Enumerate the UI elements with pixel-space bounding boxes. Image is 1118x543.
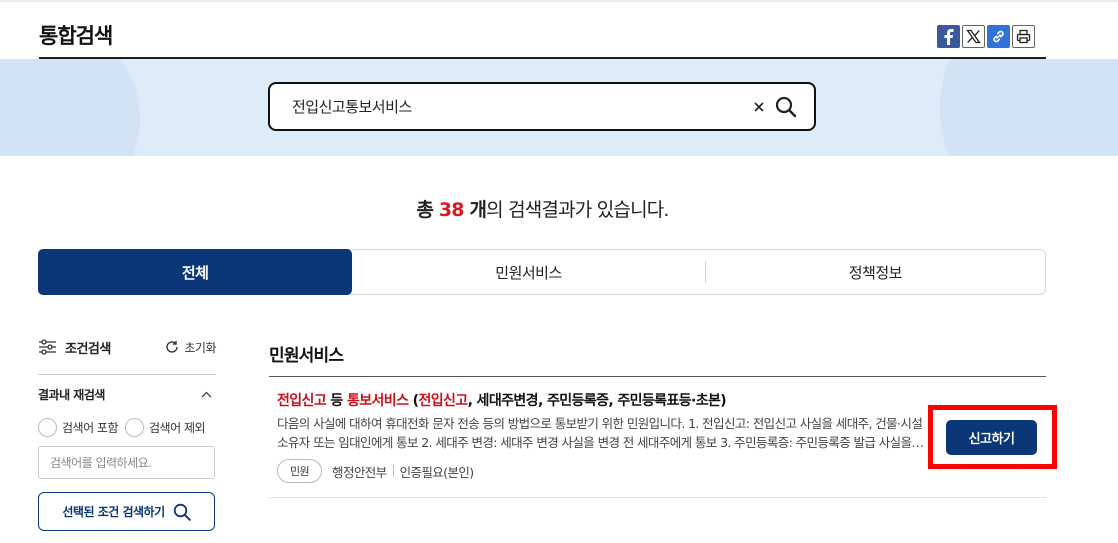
link-icon: [993, 30, 1004, 43]
include-radio[interactable]: [38, 418, 57, 437]
refine-keyword-input[interactable]: [38, 446, 215, 479]
title-text: 등: [326, 393, 347, 409]
x-icon: [966, 29, 981, 44]
category-tabs: 전체 민원서비스 정책정보: [38, 249, 1046, 295]
sidebar-divider: [38, 374, 216, 375]
refine-search-title: 결과내 재검색: [38, 388, 105, 402]
apply-filter-button[interactable]: 선택된 조건 검색하기: [38, 492, 215, 531]
copy-link-button[interactable]: [987, 25, 1010, 48]
summary-suffix: 의 검색결과가 있습니다.: [486, 199, 669, 221]
include-keyword-option[interactable]: 검색어 포함: [38, 418, 119, 437]
exclude-label: 검색어 제외: [149, 421, 206, 435]
tab-all[interactable]: 전체: [38, 249, 353, 295]
condition-search-title: 조건검색: [65, 341, 111, 357]
result-meta: 민원 행정안전부 인증필요(본인): [277, 459, 474, 483]
refine-options: 검색어 포함 검색어 제외: [38, 418, 212, 437]
category-badge: 민원: [277, 459, 323, 483]
include-label: 검색어 포함: [62, 421, 119, 435]
exclude-radio[interactable]: [125, 418, 145, 437]
apply-filter-label: 선택된 조건 검색하기: [62, 505, 165, 519]
title-text: (: [408, 393, 419, 409]
search-button[interactable]: [772, 93, 800, 121]
facebook-icon: [944, 28, 953, 45]
title-highlight: 전입신고: [418, 393, 468, 409]
result-title-link[interactable]: 전입신고 등 통보서비스 (전입신고, 세대주변경, 주민등록증, 주민등록표등…: [277, 390, 727, 410]
reset-button[interactable]: 초기화: [165, 339, 216, 356]
result-summary: 총 38 개의 검색결과가 있습니다.: [0, 195, 1085, 222]
condition-search-header: 조건검색 초기화: [38, 332, 216, 362]
agency-name: 행정안전부: [332, 464, 387, 480]
summary-unit: 개: [463, 199, 487, 221]
clear-search-button[interactable]: [748, 96, 770, 118]
reset-label: 초기화: [184, 340, 216, 355]
search-icon: [775, 96, 797, 118]
x-share-button[interactable]: [962, 25, 985, 48]
chevron-up-icon: [201, 391, 212, 398]
meta-divider: [392, 465, 394, 477]
page-title: 통합검색: [39, 24, 113, 48]
exclude-keyword-option[interactable]: 검색어 제외: [125, 418, 206, 437]
result-divider: [269, 497, 1046, 498]
share-toolbar: [937, 25, 1035, 48]
title-text: , 세대주변경, 주민등록증, 주민등록표등·초본): [467, 393, 727, 409]
top-border: [0, 0, 1118, 2]
background-decoration: [0, 59, 140, 156]
refine-search-toggle[interactable]: 결과내 재검색: [38, 386, 216, 403]
result-count: 38: [438, 199, 465, 221]
background-decoration: [940, 59, 1118, 156]
auth-requirement: 인증필요(본인): [399, 464, 475, 480]
print-icon: [1016, 29, 1031, 44]
section-divider: [269, 376, 1046, 377]
title-highlight: 전입신고: [277, 393, 327, 409]
close-icon: [754, 102, 764, 112]
tab-policy-info[interactable]: 정책정보: [706, 250, 1045, 294]
result-description: 다음의 사실에 대하여 휴대전화 문자 전송 등의 방법으로 통보받기 위한 민…: [277, 416, 926, 450]
filter-sliders-icon: [39, 339, 56, 355]
title-highlight: 통보서비스: [346, 393, 409, 409]
search-input[interactable]: [292, 97, 732, 116]
print-button[interactable]: [1012, 25, 1035, 48]
search-box: [268, 82, 816, 131]
tab-civil-services[interactable]: 민원서비스: [352, 250, 704, 294]
filter-sidebar: 조건검색 초기화 결과내 재검색 검색어 포함 검색어 제외 선택된 조건 검색…: [38, 332, 216, 531]
facebook-share-button[interactable]: [937, 25, 960, 48]
report-button[interactable]: 신고하기: [946, 420, 1037, 455]
search-icon: [173, 503, 191, 521]
refresh-icon: [166, 341, 179, 353]
summary-prefix: 총: [416, 199, 439, 221]
section-title: 민원서비스: [269, 346, 344, 366]
